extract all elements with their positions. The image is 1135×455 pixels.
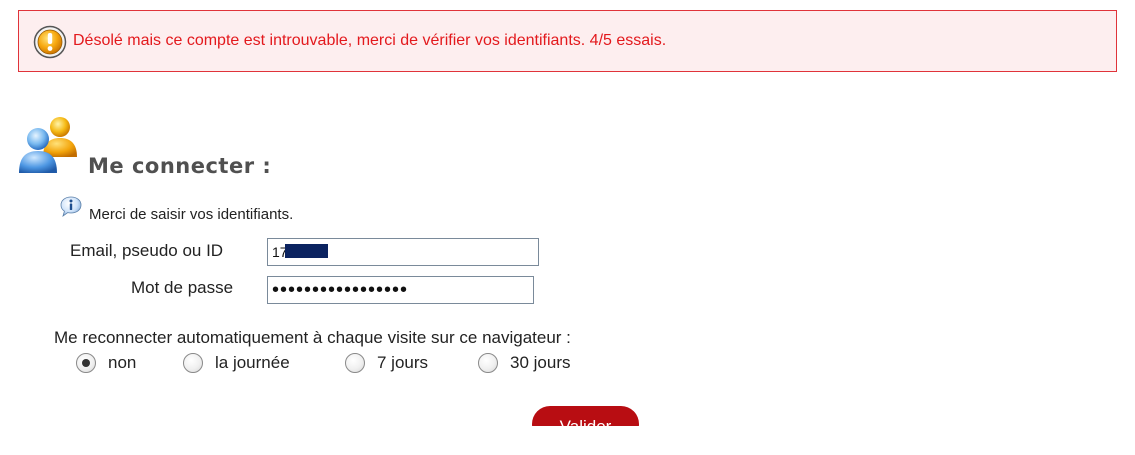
reconnect-question: Me reconnecter automatiquement à chaque … [54,328,571,347]
warning-exclamation-icon [33,25,67,59]
submit-button-container: Valider [532,404,640,426]
password-label: Mot de passe [131,278,234,297]
password-field[interactable] [267,276,534,304]
radio-la-journee[interactable] [183,353,203,373]
users-icon [19,117,77,173]
submit-button[interactable]: Valider [532,406,639,426]
info-icon [60,196,82,217]
page-title: Me connecter : [88,154,272,178]
radio-label-7-jours[interactable]: 7 jours [377,353,428,373]
radio-label-30-jours[interactable]: 30 jours [510,353,570,373]
redacted-value [285,244,328,258]
radio-7-jours[interactable] [345,353,365,373]
alert-message: Désolé mais ce compte est introuvable, m… [73,32,667,49]
radio-30-jours[interactable] [478,353,498,373]
email-label: Email, pseudo ou ID [70,241,224,260]
radio-non[interactable] [76,353,96,373]
error-alert: Désolé mais ce compte est introuvable, m… [18,10,1117,72]
radio-label-non[interactable]: non [108,353,136,373]
info-text: Merci de saisir vos identifiants. [89,206,294,223]
radio-label-la-journee[interactable]: la journée [215,353,290,373]
